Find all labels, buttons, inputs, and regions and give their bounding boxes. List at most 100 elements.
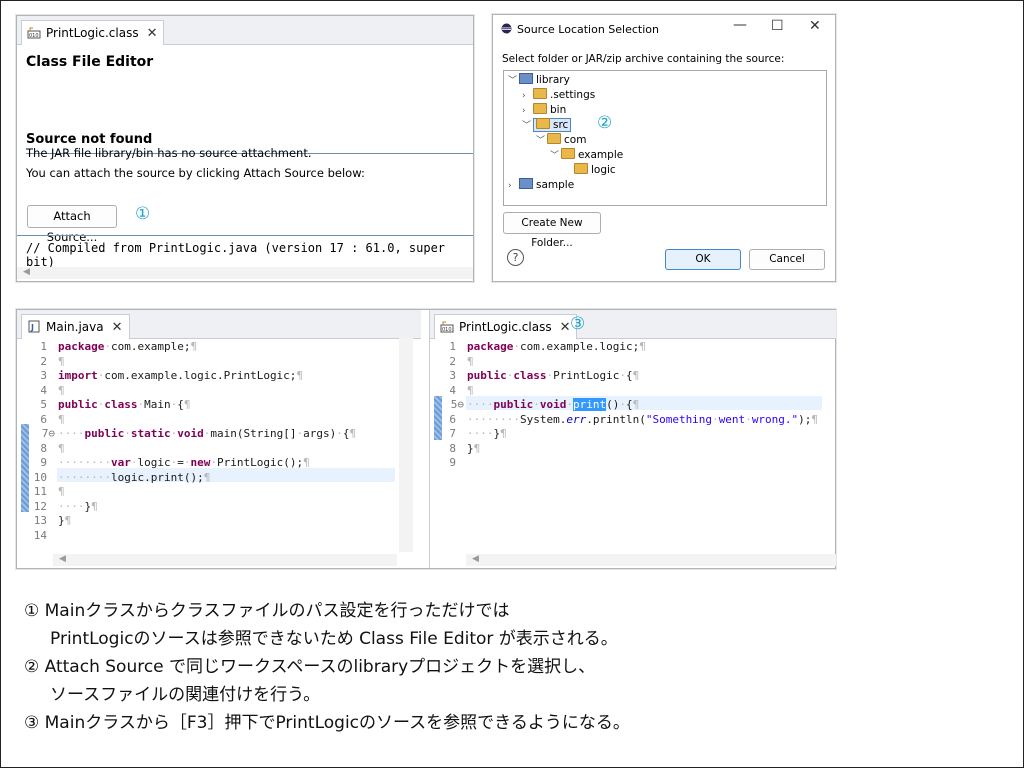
line-number: 6: [40, 412, 47, 426]
section-title: Source not found: [26, 132, 153, 147]
dialog-prompt: Select folder or JAR/zip archive contain…: [502, 53, 785, 65]
tab-printlogic-class[interactable]: 010 PrintLogic.class ✕: [21, 20, 165, 45]
code-line: ¶: [467, 354, 474, 368]
svg-text:010: 010: [442, 327, 452, 333]
code-line: ¶: [58, 412, 65, 426]
note-line-3: ② Attach Source で同じワークスペースのlibraryプロジェクト…: [24, 657, 596, 677]
code-line: ¶: [58, 354, 65, 368]
tree-item-example[interactable]: ﹀ example: [550, 148, 623, 161]
svg-text:J: J: [30, 323, 34, 332]
chevron-down-icon[interactable]: ﹀: [550, 148, 561, 161]
folder-icon: [533, 103, 547, 114]
chevron-down-icon[interactable]: ﹀: [508, 73, 519, 86]
line-number: 1: [449, 340, 456, 353]
code-line: package·com.example;¶: [58, 340, 198, 353]
horizontal-scrollbar[interactable]: ◀: [466, 554, 836, 566]
line-number: 14: [33, 528, 47, 542]
tree-label: library: [536, 74, 570, 86]
note-line-4: ソースファイルの関連付けを行う。: [50, 685, 321, 705]
close-icon[interactable]: ✕: [112, 320, 123, 335]
tree-item-logic[interactable]: logic: [574, 163, 616, 176]
close-icon[interactable]: ✕: [560, 320, 571, 335]
scroll-left-icon[interactable]: ◀: [59, 554, 66, 564]
code-editors-panel: J Main.java ✕ 1 2 3 4 5 6 7⊖ 8 9 10 11 12…: [16, 309, 836, 569]
chevron-down-icon[interactable]: ﹀: [522, 118, 533, 131]
folder-tree[interactable]: ﹀ library › .settings › bin ﹀ src ﹀ com ﹀ exam…: [503, 70, 827, 206]
tree-item-src[interactable]: ﹀ src: [522, 118, 572, 132]
line-number: 3: [40, 369, 47, 382]
line-number: 7⊖: [41, 427, 55, 440]
folder-icon: [561, 148, 575, 159]
folder-icon: [536, 118, 550, 129]
class-file-editor-panel: 010 PrintLogic.class ✕ Class File Editor …: [16, 15, 474, 282]
scroll-left-icon[interactable]: ◀: [472, 554, 479, 564]
info-line-1: The JAR file library/bin has no source a…: [26, 146, 312, 160]
dialog-title: Source Location Selection: [517, 23, 659, 36]
project-icon: [519, 178, 533, 189]
line-number: 9: [449, 456, 456, 469]
code-line: import·com.example.logic.PrintLogic;¶: [58, 369, 304, 382]
class-file-icon: 010: [27, 27, 41, 39]
chevron-right-icon[interactable]: ›: [522, 106, 533, 116]
chevron-right-icon[interactable]: ›: [508, 181, 519, 191]
chevron-right-icon[interactable]: ›: [522, 91, 533, 101]
tab-printlogic-class[interactable]: 010 PrintLogic.class ✕: [434, 314, 578, 339]
ok-button[interactable]: OK: [665, 249, 741, 270]
tree-label: sample: [536, 179, 575, 191]
tree-item-settings[interactable]: › .settings: [522, 88, 595, 101]
step-marker-1: ①: [135, 204, 151, 224]
tab-main-java[interactable]: J Main.java ✕: [21, 314, 130, 339]
tree-item-com[interactable]: ﹀ com: [536, 133, 586, 146]
code-line: }¶: [467, 441, 481, 455]
line-number: 2: [40, 354, 47, 368]
tree-item-bin[interactable]: › bin: [522, 103, 566, 116]
line-number: 12: [33, 499, 47, 513]
tree-item-library[interactable]: ﹀ library: [508, 73, 570, 86]
code-line: ····public·void·print()·{¶: [467, 398, 640, 411]
code-line: ····}¶: [467, 427, 507, 440]
printlogic-code[interactable]: 1 2 3 4 5⊖ 6 7 8 9 package·com.example.l…: [430, 340, 836, 550]
compiled-comment: // Compiled from PrintLogic.java (versio…: [26, 241, 446, 269]
line-number: 4: [449, 383, 456, 397]
maximize-icon[interactable]: ☐: [771, 18, 784, 34]
source-location-dialog: Source Location Selection — ☐ ✕ Select f…: [492, 14, 836, 282]
tree-label: com: [564, 134, 587, 146]
cancel-button[interactable]: Cancel: [749, 249, 825, 270]
code-line: public·class·PrintLogic·{¶: [467, 369, 640, 382]
help-icon[interactable]: ?: [507, 249, 524, 266]
line-number: 5: [40, 398, 47, 411]
folder-icon: [574, 163, 588, 174]
editor-tab-bar: 010 PrintLogic.class ✕: [17, 16, 473, 45]
tab-label: PrintLogic.class: [46, 26, 139, 40]
code-line: }¶: [58, 514, 72, 527]
note-line-5: ③ Mainクラスから［F3］押下でPrintLogicのソースを参照できるよう…: [24, 713, 630, 733]
svg-text:010: 010: [29, 33, 39, 39]
horizontal-scrollbar[interactable]: ◀: [53, 554, 397, 566]
step-marker-3: ③: [570, 314, 586, 334]
chevron-down-icon[interactable]: ﹀: [536, 133, 547, 146]
tree-label: example: [578, 149, 624, 161]
project-icon: [519, 73, 533, 84]
line-number: 13: [33, 514, 47, 527]
code-line: ········System.err.println("Something·we…: [467, 412, 819, 426]
close-icon[interactable]: ✕: [809, 18, 821, 34]
horizontal-scrollbar[interactable]: ◀: [17, 267, 473, 279]
line-number: 1: [40, 340, 47, 353]
main-java-code[interactable]: 1 2 3 4 5 6 7⊖ 8 9 10 11 12 13 14 packag…: [17, 340, 407, 550]
create-new-folder-button[interactable]: Create New Folder...: [503, 212, 601, 249]
close-icon[interactable]: ✕: [147, 26, 158, 41]
scroll-left-icon[interactable]: ◀: [23, 267, 30, 277]
attach-source-button[interactable]: Attach Source...: [27, 205, 117, 244]
tree-label: logic: [591, 164, 616, 176]
code-line: public·class·Main·{¶: [58, 398, 191, 411]
code-line: ¶: [467, 383, 474, 397]
code-line: ¶: [58, 441, 65, 455]
class-file-icon: 010: [440, 321, 454, 333]
line-number: 9: [40, 456, 47, 469]
line-number: 7: [449, 427, 456, 440]
line-number: 10: [33, 470, 47, 484]
tab-label: Main.java: [46, 320, 104, 334]
vertical-scrollbar[interactable]: [399, 338, 413, 552]
tree-item-sample[interactable]: › sample: [508, 178, 574, 191]
minimize-icon[interactable]: —: [733, 17, 747, 33]
